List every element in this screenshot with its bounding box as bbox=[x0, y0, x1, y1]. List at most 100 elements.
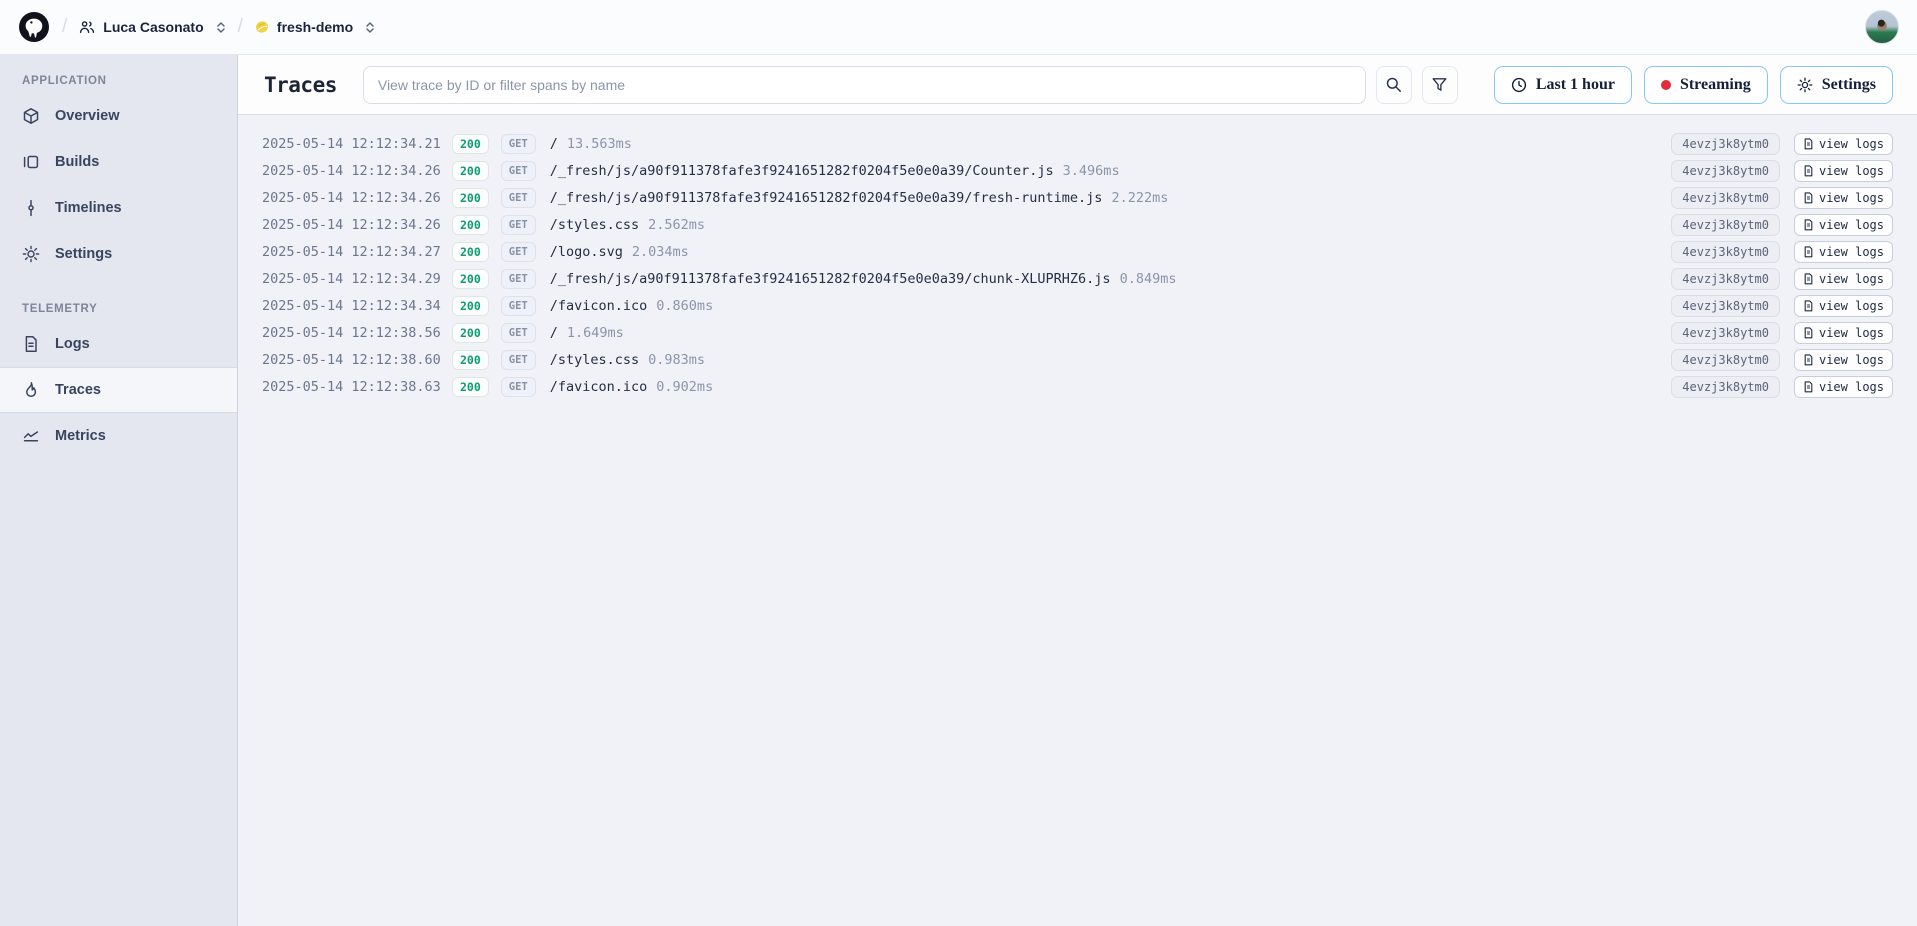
cube-icon bbox=[22, 107, 40, 125]
fresh-lemon-icon bbox=[255, 20, 269, 34]
table-row[interactable]: 2025-05-14 12:12:38.63 200 GET /favicon.… bbox=[262, 373, 1893, 400]
trace-timestamp: 2025-05-14 12:12:34.26 bbox=[262, 217, 452, 233]
trace-id-chip: 4evzj3k8ytm0 bbox=[1671, 268, 1780, 290]
trace-id-chip: 4evzj3k8ytm0 bbox=[1671, 376, 1780, 398]
sidebar-item-label: Builds bbox=[55, 154, 99, 170]
sidebar-item-traces[interactable]: Traces bbox=[0, 367, 237, 413]
table-row[interactable]: 2025-05-14 12:12:34.26 200 GET /_fresh/j… bbox=[262, 184, 1893, 211]
builds-icon bbox=[22, 153, 40, 171]
trace-list: 2025-05-14 12:12:34.21 200 GET / 13.563m… bbox=[238, 115, 1917, 926]
view-logs-button[interactable]: view logs bbox=[1794, 133, 1893, 155]
table-row[interactable]: 2025-05-14 12:12:34.27 200 GET /logo.svg… bbox=[262, 238, 1893, 265]
view-logs-button[interactable]: view logs bbox=[1794, 322, 1893, 344]
trace-path: /styles.css bbox=[550, 352, 639, 368]
trace-timestamp: 2025-05-14 12:12:38.56 bbox=[262, 325, 452, 341]
sidebar-item-overview[interactable]: Overview bbox=[0, 93, 237, 139]
time-range-button[interactable]: Last 1 hour bbox=[1494, 66, 1632, 104]
table-row[interactable]: 2025-05-14 12:12:34.34 200 GET /favicon.… bbox=[262, 292, 1893, 319]
view-logs-label: view logs bbox=[1819, 164, 1884, 178]
streaming-live-dot-icon bbox=[1661, 80, 1671, 90]
trace-settings-button[interactable]: Settings bbox=[1780, 66, 1893, 104]
view-logs-button[interactable]: view logs bbox=[1794, 376, 1893, 398]
view-logs-button[interactable]: view logs bbox=[1794, 241, 1893, 263]
user-avatar[interactable] bbox=[1865, 10, 1899, 44]
view-logs-button[interactable]: view logs bbox=[1794, 268, 1893, 290]
trace-duration: 13.563ms bbox=[567, 136, 632, 152]
method-badge: GET bbox=[501, 188, 536, 208]
view-logs-button[interactable]: view logs bbox=[1794, 187, 1893, 209]
status-badge: 200 bbox=[452, 188, 489, 208]
view-logs-label: view logs bbox=[1819, 218, 1884, 232]
gear-icon bbox=[22, 245, 40, 263]
trace-search-input[interactable] bbox=[363, 66, 1366, 104]
document-icon bbox=[1803, 192, 1814, 204]
table-row[interactable]: 2025-05-14 12:12:34.26 200 GET /_fresh/j… bbox=[262, 157, 1893, 184]
table-row[interactable]: 2025-05-14 12:12:34.21 200 GET / 13.563m… bbox=[262, 130, 1893, 157]
trace-duration: 0.860ms bbox=[656, 298, 713, 314]
deno-logo-icon[interactable] bbox=[18, 11, 50, 43]
status-badge: 200 bbox=[452, 215, 489, 235]
sidebar-item-metrics[interactable]: Metrics bbox=[0, 413, 237, 459]
status-badge: 200 bbox=[452, 134, 489, 154]
search-icon bbox=[1385, 76, 1402, 93]
trace-path: /favicon.ico bbox=[550, 298, 648, 314]
method-badge: GET bbox=[501, 161, 536, 181]
status-badge: 200 bbox=[452, 350, 489, 370]
page-title: Traces bbox=[264, 73, 337, 97]
trace-timestamp: 2025-05-14 12:12:34.26 bbox=[262, 163, 452, 179]
breadcrumb-project[interactable]: fresh-demo bbox=[255, 19, 375, 35]
traces-header: Traces bbox=[238, 55, 1917, 115]
breadcrumb-org[interactable]: Luca Casonato bbox=[79, 19, 225, 35]
trace-id-chip: 4evzj3k8ytm0 bbox=[1671, 349, 1780, 371]
trace-settings-label: Settings bbox=[1822, 76, 1876, 94]
org-switcher-chevron-icon[interactable] bbox=[216, 21, 226, 34]
sidebar-item-timelines[interactable]: Timelines bbox=[0, 185, 237, 231]
table-row[interactable]: 2025-05-14 12:12:34.26 200 GET /styles.c… bbox=[262, 211, 1893, 238]
view-logs-label: view logs bbox=[1819, 380, 1884, 394]
project-switcher-chevron-icon[interactable] bbox=[365, 21, 375, 34]
view-logs-button[interactable]: view logs bbox=[1794, 214, 1893, 236]
trace-timestamp: 2025-05-14 12:12:34.34 bbox=[262, 298, 452, 314]
trace-path: /logo.svg bbox=[550, 244, 623, 260]
status-badge: 200 bbox=[452, 296, 489, 316]
trace-duration: 2.222ms bbox=[1111, 190, 1168, 206]
trace-duration: 1.649ms bbox=[567, 325, 624, 341]
time-range-label: Last 1 hour bbox=[1536, 76, 1615, 94]
sidebar-item-settings[interactable]: Settings bbox=[0, 231, 237, 277]
method-badge: GET bbox=[501, 296, 536, 316]
trace-duration: 3.496ms bbox=[1063, 163, 1120, 179]
trace-id-chip: 4evzj3k8ytm0 bbox=[1671, 322, 1780, 344]
trace-id-chip: 4evzj3k8ytm0 bbox=[1671, 295, 1780, 317]
view-logs-button[interactable]: view logs bbox=[1794, 160, 1893, 182]
view-logs-button[interactable]: view logs bbox=[1794, 295, 1893, 317]
document-icon bbox=[1803, 381, 1814, 393]
sidebar-item-logs[interactable]: Logs bbox=[0, 321, 237, 367]
document-icon bbox=[22, 335, 40, 353]
status-badge: 200 bbox=[452, 161, 489, 181]
sidebar-item-builds[interactable]: Builds bbox=[0, 139, 237, 185]
document-icon bbox=[1803, 138, 1814, 150]
view-logs-label: view logs bbox=[1819, 353, 1884, 367]
table-row[interactable]: 2025-05-14 12:12:38.60 200 GET /styles.c… bbox=[262, 346, 1893, 373]
view-logs-label: view logs bbox=[1819, 272, 1884, 286]
sidebar-section-telemetry: TELEMETRY bbox=[0, 303, 237, 321]
org-users-icon bbox=[79, 19, 95, 35]
search-button[interactable] bbox=[1376, 66, 1412, 104]
clock-icon bbox=[1511, 77, 1527, 93]
filter-button[interactable] bbox=[1422, 66, 1458, 104]
trace-id-chip: 4evzj3k8ytm0 bbox=[1671, 160, 1780, 182]
sidebar-item-label: Traces bbox=[55, 382, 101, 398]
breadcrumb-separator: / bbox=[238, 16, 243, 38]
funnel-icon bbox=[1431, 76, 1448, 93]
table-row[interactable]: 2025-05-14 12:12:34.29 200 GET /_fresh/j… bbox=[262, 265, 1893, 292]
streaming-button[interactable]: Streaming bbox=[1644, 66, 1768, 104]
trace-id-chip: 4evzj3k8ytm0 bbox=[1671, 133, 1780, 155]
table-row[interactable]: 2025-05-14 12:12:38.56 200 GET / 1.649ms… bbox=[262, 319, 1893, 346]
sidebar-item-label: Overview bbox=[55, 108, 120, 124]
view-logs-button[interactable]: view logs bbox=[1794, 349, 1893, 371]
view-logs-label: view logs bbox=[1819, 245, 1884, 259]
document-icon bbox=[1803, 246, 1814, 258]
view-logs-label: view logs bbox=[1819, 326, 1884, 340]
method-badge: GET bbox=[501, 215, 536, 235]
trace-path: / bbox=[550, 325, 558, 341]
